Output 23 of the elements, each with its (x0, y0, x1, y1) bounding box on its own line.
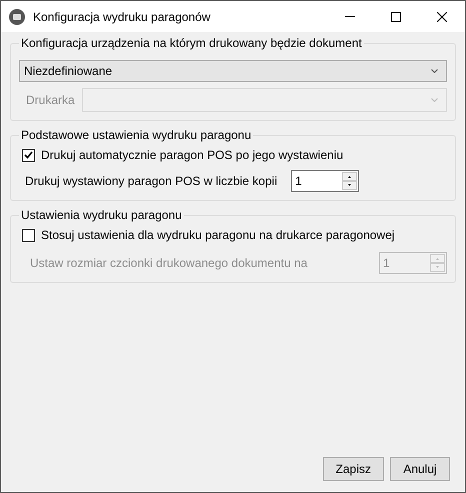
spin-arrows-icon (342, 172, 358, 190)
dialog-button[interactable]: Anuluj (390, 457, 450, 481)
group-title: Ustawienia wydruku paragonu (21, 208, 182, 222)
group-title: Podstawowe ustawienia wydruku paragonu (21, 128, 252, 142)
group-title: Konfiguracja urządzenia na którym drukowany będzie dokument (21, 36, 362, 50)
number-spinner[interactable]: 1 (291, 170, 360, 192)
checkbox-label[interactable]: Drukuj automatycznie paragon POS po jego wystawieniu (41, 146, 344, 164)
checkbox-label[interactable]: Stosuj ustawienia dla wydruku paragonu na drukarce paragonowej (41, 226, 395, 244)
spin-arrows-icon (430, 254, 445, 272)
field-label: Drukuj wystawiony paragon POS w liczbie kopii (25, 173, 278, 190)
checkbox[interactable] (22, 228, 35, 242)
field-label: Ustaw rozmiar czcionki drukowanego dokumentu na (30, 255, 308, 272)
checkbox[interactable] (22, 148, 35, 162)
minimize-icon (345, 16, 355, 17)
dropdown[interactable]: Niezdefiniowane (19, 60, 447, 82)
window-title: Konfiguracja wydruku paragonów (33, 8, 210, 26)
maximize-icon (391, 12, 401, 22)
caret-icon (431, 98, 438, 102)
close-icon (437, 12, 447, 22)
field-label: Drukarka (26, 92, 75, 109)
dialog-button[interactable]: Zapisz (322, 457, 384, 481)
app-icon (9, 8, 25, 24)
caret-icon (431, 69, 438, 73)
